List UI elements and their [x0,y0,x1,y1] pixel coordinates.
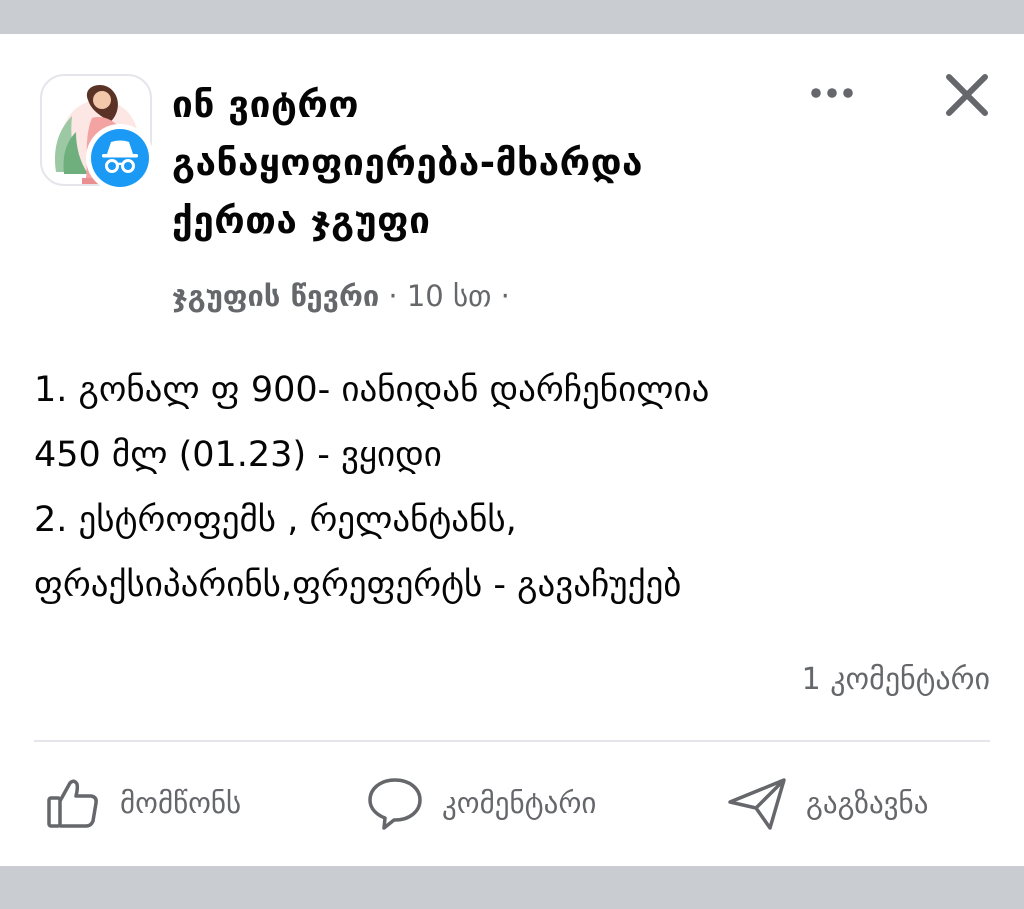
post-body-line: 450 მლ (01.23) - ვყიდი [34,435,442,475]
post-body: 1. გონალ ფ 900- იანიდან დარჩენილია 450 მ… [34,358,994,618]
comment-label[interactable]: კომენტარი [442,786,596,820]
comment-button[interactable]: კომენტარი [366,768,596,838]
post-author[interactable]: ჯგუფის წევრი [172,279,379,313]
group-title-line[interactable]: ქერთა ჯგუფი [172,192,792,250]
anonymous-badge [86,124,154,192]
comments-count-link[interactable]: 1 კომენტარი [802,652,990,708]
meta-separator: · [388,279,398,313]
group-title-line[interactable]: განაყოფიერება-მხარდა [172,134,792,192]
incognito-icon [91,129,149,187]
more-options-button[interactable] [806,78,858,108]
post-time[interactable]: 10 სთ [407,279,492,313]
paper-plane-icon [728,778,786,830]
group-title-line[interactable]: ინ ვიტრო [172,76,792,134]
group-title[interactable]: ინ ვიტრო განაყოფიერება-მხარდა ქერთა ჯგუფ… [172,76,792,250]
like-label[interactable]: მომწონს [120,786,241,820]
close-button[interactable] [940,68,994,122]
speech-bubble-icon [368,778,422,830]
like-button[interactable]: მომწონს [44,768,241,838]
post-body-line: 1. გონალ ფ 900- იანიდან დარჩენილია [34,370,710,410]
group-avatar-container[interactable] [40,74,154,192]
more-horizontal-icon[interactable] [806,78,858,108]
meta-separator: · [500,279,510,313]
post-body-line: 2. ესტროფემს , რელანტანს, [34,500,517,540]
share-button[interactable]: გაგზავნა [726,768,928,838]
post-body-line: ფრაქსიპარინს,ფრეფერტს - გავაჩუქებ [34,565,682,605]
post-meta: ჯგუფის წევრი · 10 სთ · [172,274,510,318]
thumbs-up-icon [47,779,98,828]
actions-divider [34,740,990,742]
close-icon[interactable] [940,68,994,122]
share-label[interactable]: გაგზავნა [806,786,928,820]
